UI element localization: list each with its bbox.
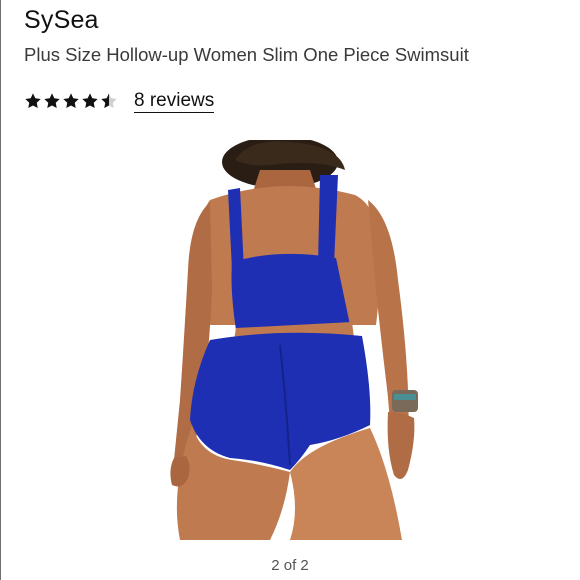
star-icon [82,93,98,109]
swimsuit-top [231,253,350,330]
reviews-link[interactable]: 8 reviews [134,90,215,113]
bracelet-detail [394,394,416,400]
star-icon [44,93,60,109]
half-star-icon [101,93,117,109]
image-counter: 2 of 2 [271,557,309,574]
star-icon [63,93,79,109]
right-hand [387,412,415,479]
rating-row: 8 reviews [24,88,215,114]
bracelet-shape [392,390,418,412]
star-rating [24,91,118,111]
product-title: Plus Size Hollow-up Women Slim One Piece… [24,44,469,65]
brand-name[interactable]: SySea [24,6,99,35]
star-icon [25,93,41,109]
left-divider [0,0,1,580]
swimsuit-photo[interactable] [140,140,440,540]
